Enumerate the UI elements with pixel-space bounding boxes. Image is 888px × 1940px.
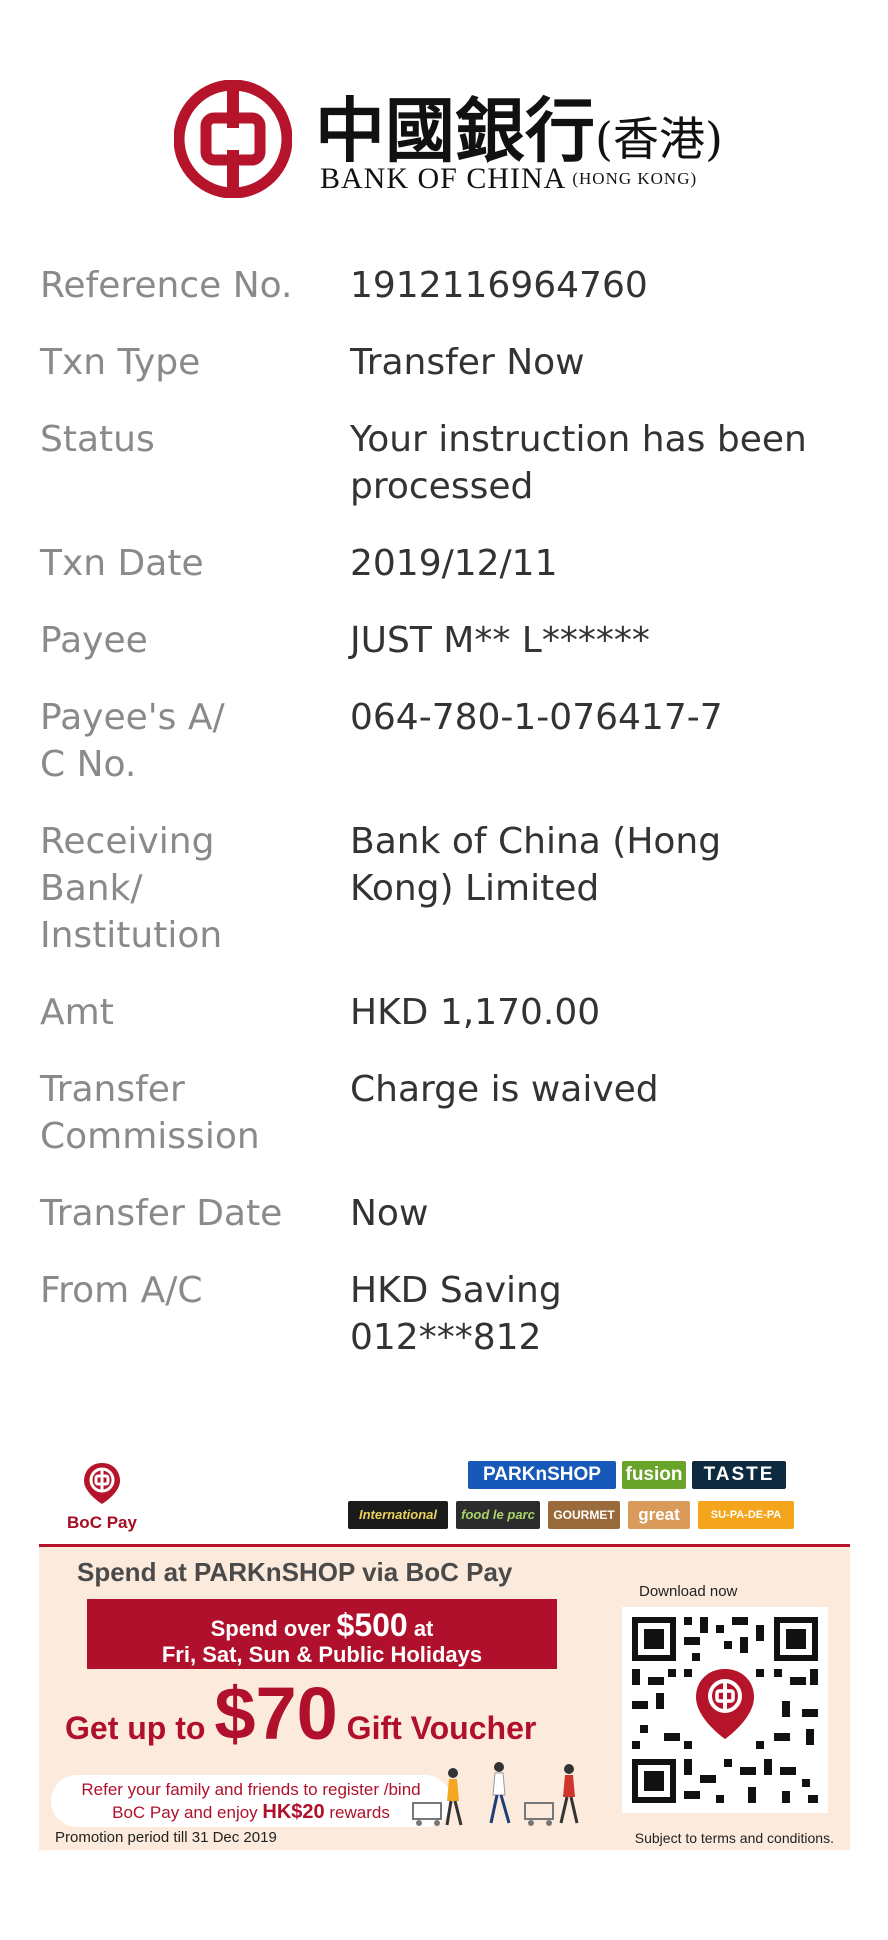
detail-row-reference: Reference No. 1912116964760 xyxy=(40,262,848,309)
refer-line-2: BoC Pay and enjoy HK$20 rewards xyxy=(51,1801,451,1824)
logo-cn-text: 中國銀行 xyxy=(315,89,595,172)
logo-english-name: BANK OF CHINA (HONG KONG) xyxy=(320,162,697,196)
detail-label: Payee's A/ C No. xyxy=(40,697,225,785)
logo-en-sub: (HONG KONG) xyxy=(572,169,698,188)
detail-row-from-account: From A/C HKD Saving 012***812 xyxy=(40,1267,848,1361)
detail-value: 2019/12/11 xyxy=(350,543,558,584)
partner-brands: PARKnSHOP fusion TASTE International foo… xyxy=(348,1461,828,1541)
logo-en-text: BANK OF CHINA xyxy=(320,162,567,195)
detail-row-receiving-bank: Receiving Bank/ Institution Bank of Chin… xyxy=(40,818,848,959)
detail-label: Transfer Commission xyxy=(40,1069,260,1157)
detail-row-status: Status Your instruction has been process… xyxy=(40,416,848,510)
detail-row-transfer-date: Transfer Date Now xyxy=(40,1190,848,1237)
gift-voucher-offer: Get up to $70 Gift Voucher xyxy=(65,1671,536,1756)
bank-of-china-logo-icon xyxy=(174,80,292,198)
detail-label: Reference No. xyxy=(40,265,293,306)
brand-fusion: fusion xyxy=(622,1461,686,1489)
refer-line2-post: rewards xyxy=(324,1803,390,1822)
promo-line1-post: at xyxy=(407,1616,434,1641)
brand-supadepa: SU-PA-DE-PA xyxy=(698,1501,794,1529)
detail-row-commission: Transfer Commission Charge is waived xyxy=(40,1066,848,1160)
detail-label: Status xyxy=(40,419,155,460)
bocpay-label: BoC Pay xyxy=(67,1513,137,1532)
download-now-label: Download now xyxy=(639,1583,738,1600)
promo-spend-amount: $500 xyxy=(336,1607,408,1643)
detail-value: JUST M** L****** xyxy=(350,620,650,661)
transaction-details: Reference No. 1912116964760 Txn Type Tra… xyxy=(40,262,848,1391)
detail-label: Txn Date xyxy=(40,543,204,584)
promo-headline: Spend at PARKnSHOP via BoC Pay xyxy=(77,1557,513,1587)
detail-label: Txn Type xyxy=(40,342,201,383)
refer-line2-pre: BoC Pay and enjoy xyxy=(112,1803,263,1822)
gift-post: Gift Voucher xyxy=(337,1710,537,1746)
detail-row-txn-date: Txn Date 2019/12/11 xyxy=(40,540,848,587)
refer-line-1: Refer your family and friends to registe… xyxy=(81,1780,421,1799)
promo-line1-pre: Spend over xyxy=(210,1616,337,1641)
shoppers-illustration-icon xyxy=(412,1762,579,1826)
brand-food-le-parc: food le parc xyxy=(456,1501,540,1529)
bocpay-logo: BoC Pay xyxy=(57,1461,147,1541)
detail-row-txn-type: Txn Type Transfer Now xyxy=(40,339,848,386)
detail-label: From A/C xyxy=(40,1270,203,1311)
brand-gourmet: GOURMET xyxy=(548,1501,620,1529)
gift-pre: Get up to xyxy=(65,1710,215,1746)
banner-body: Spend at PARKnSHOP via BoC Pay Spend ove… xyxy=(39,1547,850,1850)
brand-parknshop: PARKnSHOP xyxy=(468,1461,616,1489)
detail-value: Bank of China (Hong Kong) Limited xyxy=(350,821,722,909)
banner-top-strip: BoC Pay PARKnSHOP fusion TASTE Internati… xyxy=(39,1455,850,1545)
detail-row-amount: Amt HKD 1,170.00 xyxy=(40,989,848,1036)
bank-header: 中國銀行(香港) BANK OF CHINA (HONG KONG) xyxy=(0,70,888,200)
gift-amount: $70 xyxy=(214,1672,338,1755)
detail-value: Now xyxy=(350,1193,429,1234)
qr-code-icon[interactable] xyxy=(622,1607,828,1813)
detail-value: Transfer Now xyxy=(350,342,585,383)
brand-international: International xyxy=(348,1501,448,1529)
bocpay-pin-icon xyxy=(84,1463,120,1504)
detail-label: Amt xyxy=(40,992,114,1033)
brand-great: great xyxy=(628,1501,690,1529)
terms-note: Subject to terms and conditions. xyxy=(634,1830,834,1846)
referral-bubble: Refer your family and friends to registe… xyxy=(51,1775,451,1827)
refer-reward-amount: HK$20 xyxy=(262,1801,325,1823)
promo-condition-box: Spend over $500 at Fri, Sat, Sun & Publi… xyxy=(87,1599,557,1669)
detail-label: Payee xyxy=(40,620,148,661)
detail-label: Transfer Date xyxy=(40,1193,283,1234)
detail-label: Receiving Bank/ Institution xyxy=(40,821,223,956)
logo-cn-sub: (香港) xyxy=(595,112,723,166)
detail-value: Charge is waived xyxy=(350,1069,659,1110)
bocpay-promo-banner[interactable]: BoC Pay PARKnSHOP fusion TASTE Internati… xyxy=(39,1455,850,1850)
detail-value: 064-780-1-076417-7 xyxy=(350,697,723,738)
detail-value: HKD Saving 012***812 xyxy=(350,1270,562,1358)
detail-value: HKD 1,170.00 xyxy=(350,992,601,1033)
detail-row-payee-account: Payee's A/ C No. 064-780-1-076417-7 xyxy=(40,694,848,788)
logo-chinese-name: 中國銀行(香港) xyxy=(315,75,723,176)
detail-value: 1912116964760 xyxy=(350,265,648,306)
promo-line-2: Fri, Sat, Sun & Public Holidays xyxy=(161,1642,483,1667)
promo-line-1: Spend over $500 at xyxy=(87,1607,557,1644)
promotion-period: Promotion period till 31 Dec 2019 xyxy=(55,1829,277,1846)
brand-taste: TASTE xyxy=(692,1461,786,1489)
detail-value: Your instruction has been processed xyxy=(350,419,807,507)
detail-row-payee: Payee JUST M** L****** xyxy=(40,617,848,664)
